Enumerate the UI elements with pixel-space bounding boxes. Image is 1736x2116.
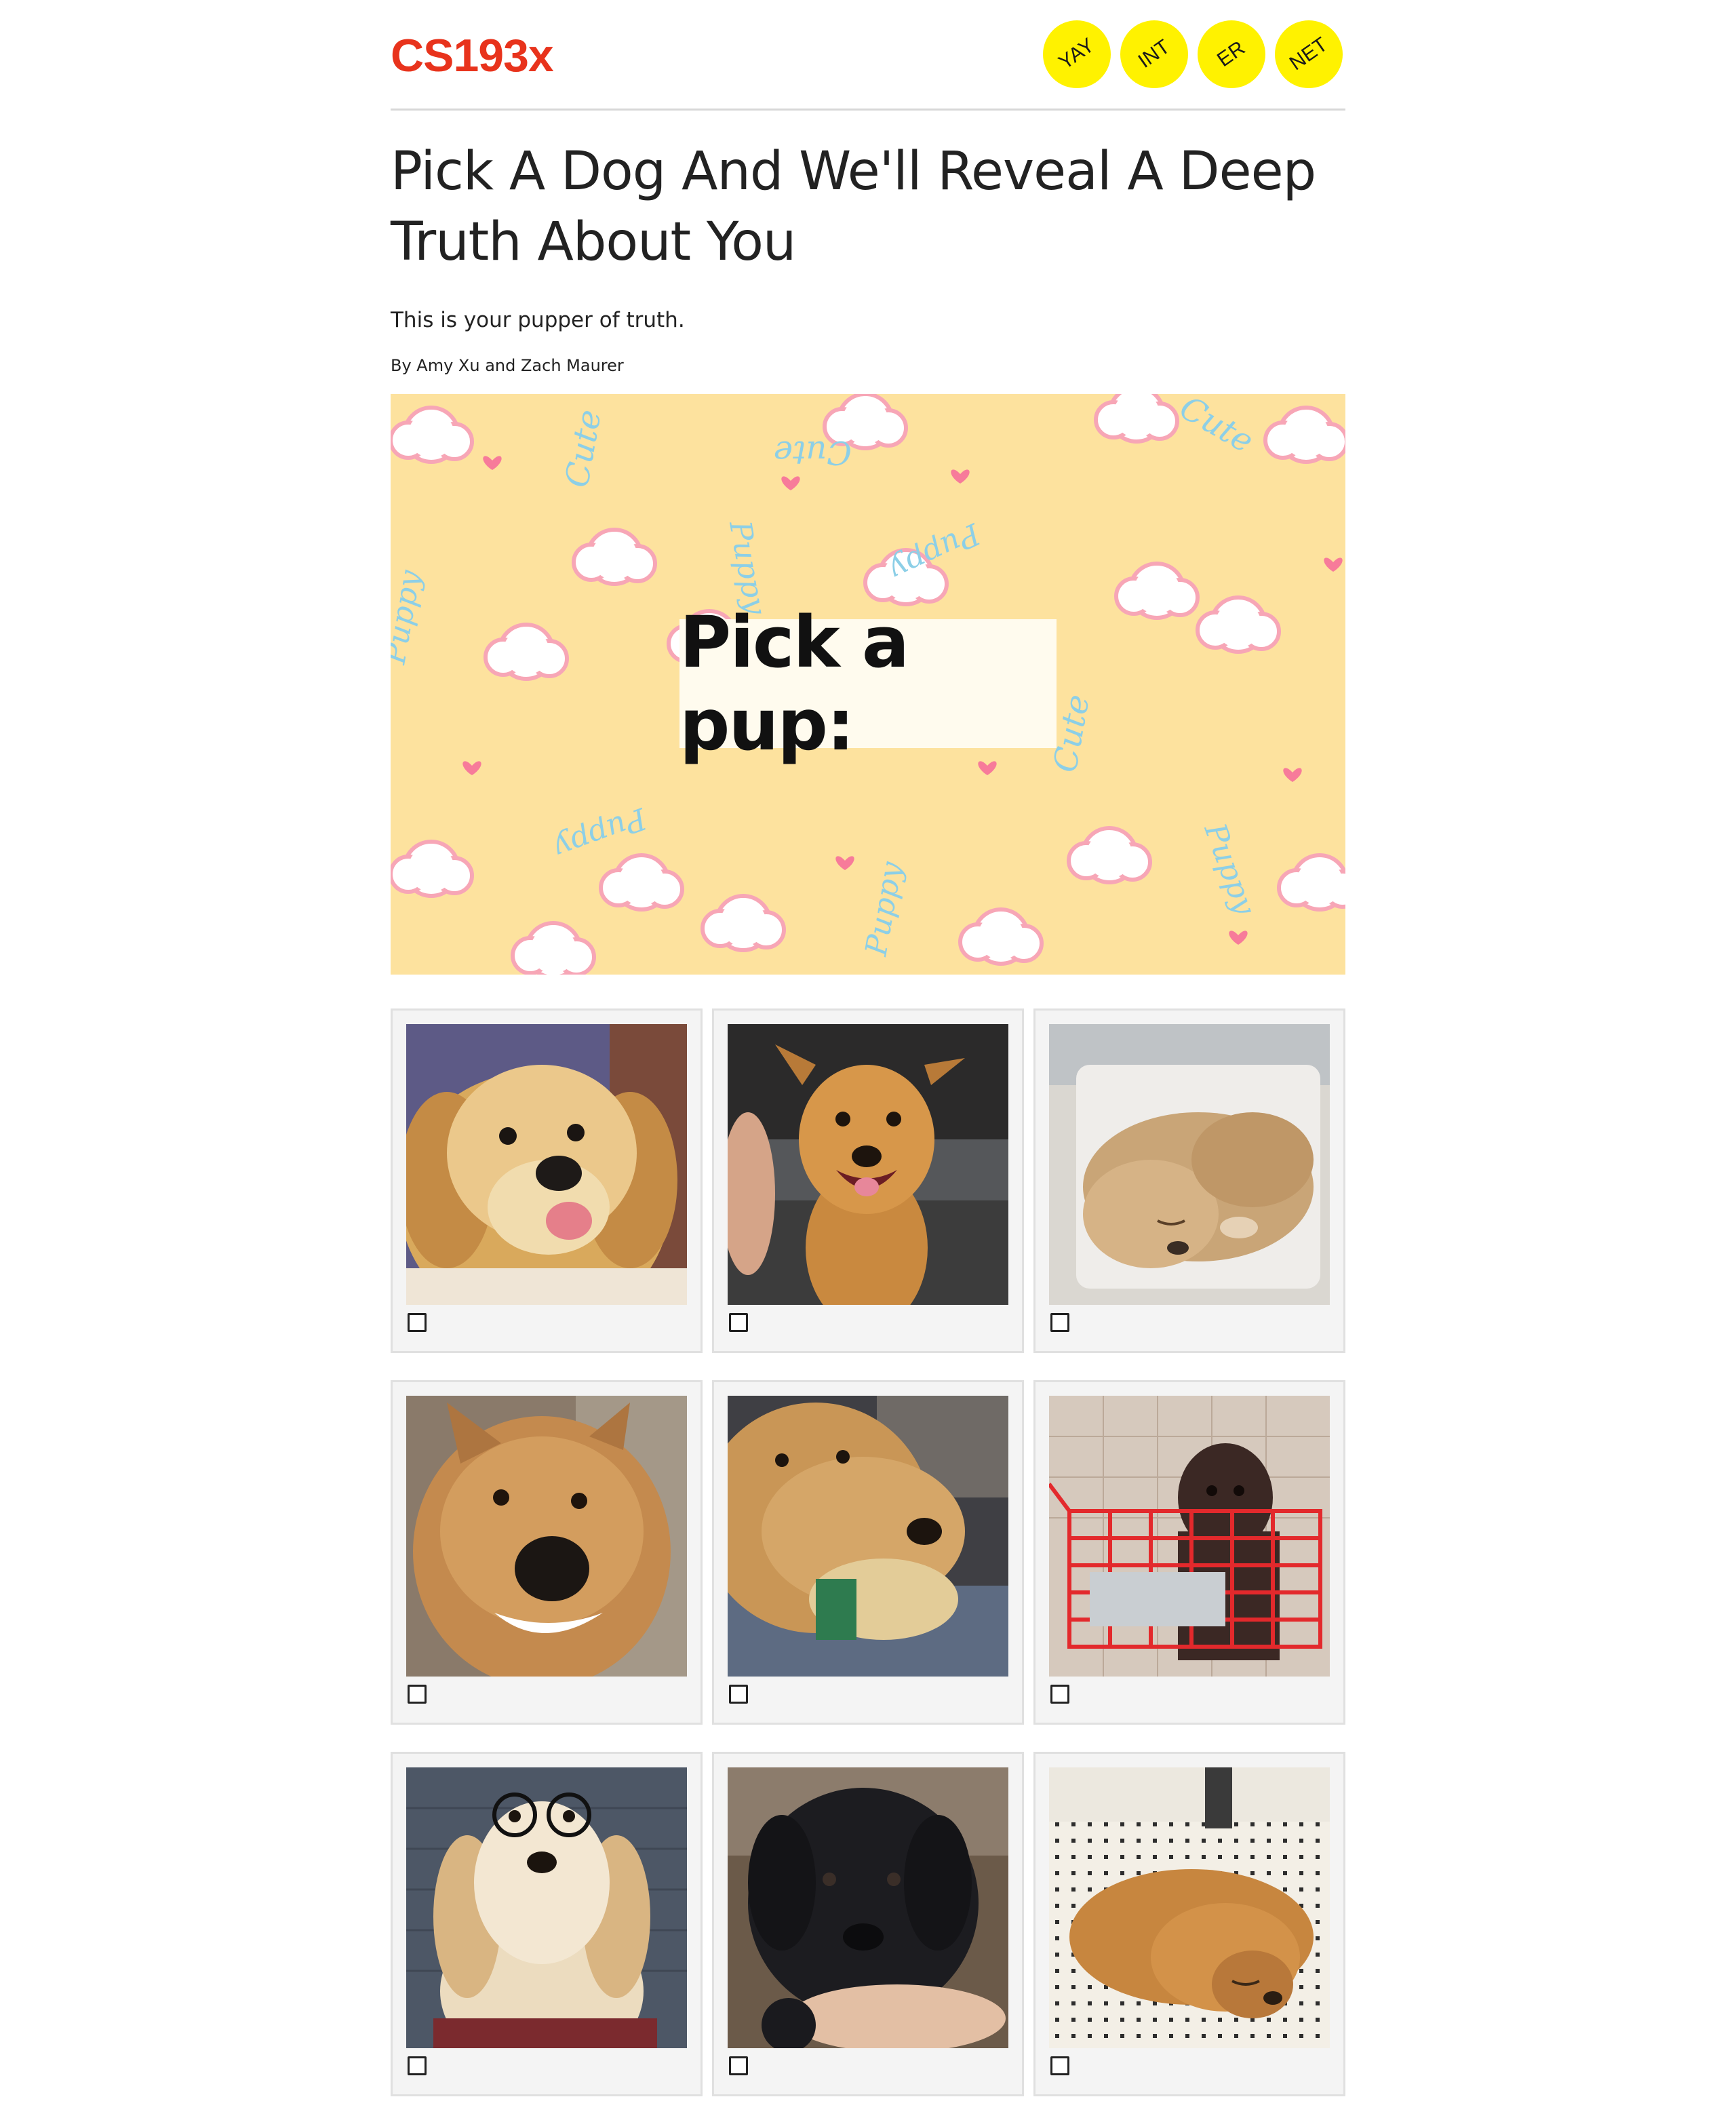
dog-choice-card[interactable] xyxy=(391,1008,703,1353)
dog-choice-grid xyxy=(391,1008,1345,2096)
dog-choice-checkbox[interactable] xyxy=(408,1313,427,1332)
dog-photo xyxy=(1049,1767,1330,2048)
dog-choice-card[interactable] xyxy=(1033,1008,1345,1353)
dog-choice-checkbox[interactable] xyxy=(729,1313,748,1332)
dog-photo-image xyxy=(1049,1767,1330,2048)
article-subtitle: This is your pupper of truth. xyxy=(391,308,685,332)
page: CS193x YAY INT ER NET Pick A Dog And We'… xyxy=(391,0,1345,2096)
dog-choice-card[interactable] xyxy=(391,1752,703,2096)
dog-choice-card[interactable] xyxy=(712,1380,1024,1725)
dog-photo-image xyxy=(406,1396,687,1677)
hero-banner: Cute Cute Cute Cute Puppy Puppy Puppy Pu… xyxy=(391,394,1345,975)
dog-choice-card[interactable] xyxy=(391,1380,703,1725)
dog-photo-image xyxy=(728,1024,1008,1305)
svg-text:Cute: Cute xyxy=(774,433,852,471)
dog-choice-card[interactable] xyxy=(712,1752,1024,2096)
nav-badge-net[interactable]: NET xyxy=(1275,20,1343,88)
dog-photo-image xyxy=(1049,1396,1330,1677)
nav-badge-yay[interactable]: YAY xyxy=(1043,20,1111,88)
dog-choice-checkbox[interactable] xyxy=(1050,1313,1069,1332)
nav-badge-label: INT xyxy=(1134,35,1174,73)
dog-photo xyxy=(728,1767,1008,2048)
dog-choice-card[interactable] xyxy=(712,1008,1024,1353)
hero-label: Pick a pup: xyxy=(679,601,1057,766)
dog-photo xyxy=(406,1767,687,2048)
dog-choice-card[interactable] xyxy=(1033,1752,1345,2096)
article-byline: By Amy Xu and Zach Maurer xyxy=(391,356,624,375)
dog-choice-checkbox[interactable] xyxy=(729,1685,748,1704)
dog-choice-checkbox[interactable] xyxy=(408,1685,427,1704)
dog-photo xyxy=(1049,1024,1330,1305)
dog-photo xyxy=(406,1396,687,1677)
site-header: CS193x YAY INT ER NET xyxy=(391,0,1345,111)
dog-choice-card[interactable] xyxy=(1033,1380,1345,1725)
nav-badges: YAY INT ER NET xyxy=(1043,20,1343,88)
nav-badge-er[interactable]: ER xyxy=(1198,20,1265,88)
dog-choice-checkbox[interactable] xyxy=(1050,2056,1069,2075)
nav-badge-label: NET xyxy=(1285,33,1332,75)
article-title: Pick A Dog And We'll Reveal A Deep Truth… xyxy=(391,141,1316,273)
dog-choice-checkbox[interactable] xyxy=(729,2056,748,2075)
dog-photo-image xyxy=(1049,1024,1330,1305)
dog-photo-image xyxy=(728,1767,1008,2048)
nav-badge-int[interactable]: INT xyxy=(1120,20,1188,88)
dog-photo-image xyxy=(728,1396,1008,1677)
site-logo[interactable]: CS193x xyxy=(391,28,554,83)
dog-photo-image xyxy=(406,1024,687,1305)
nav-badge-label: YAY xyxy=(1054,34,1099,75)
dog-photo xyxy=(728,1024,1008,1305)
dog-photo xyxy=(1049,1396,1330,1677)
dog-photo-image xyxy=(406,1767,687,2048)
dog-choice-checkbox[interactable] xyxy=(1050,1685,1069,1704)
dog-photo xyxy=(406,1024,687,1305)
nav-badge-label: ER xyxy=(1213,37,1250,72)
dog-photo xyxy=(728,1396,1008,1677)
dog-choice-checkbox[interactable] xyxy=(408,2056,427,2075)
